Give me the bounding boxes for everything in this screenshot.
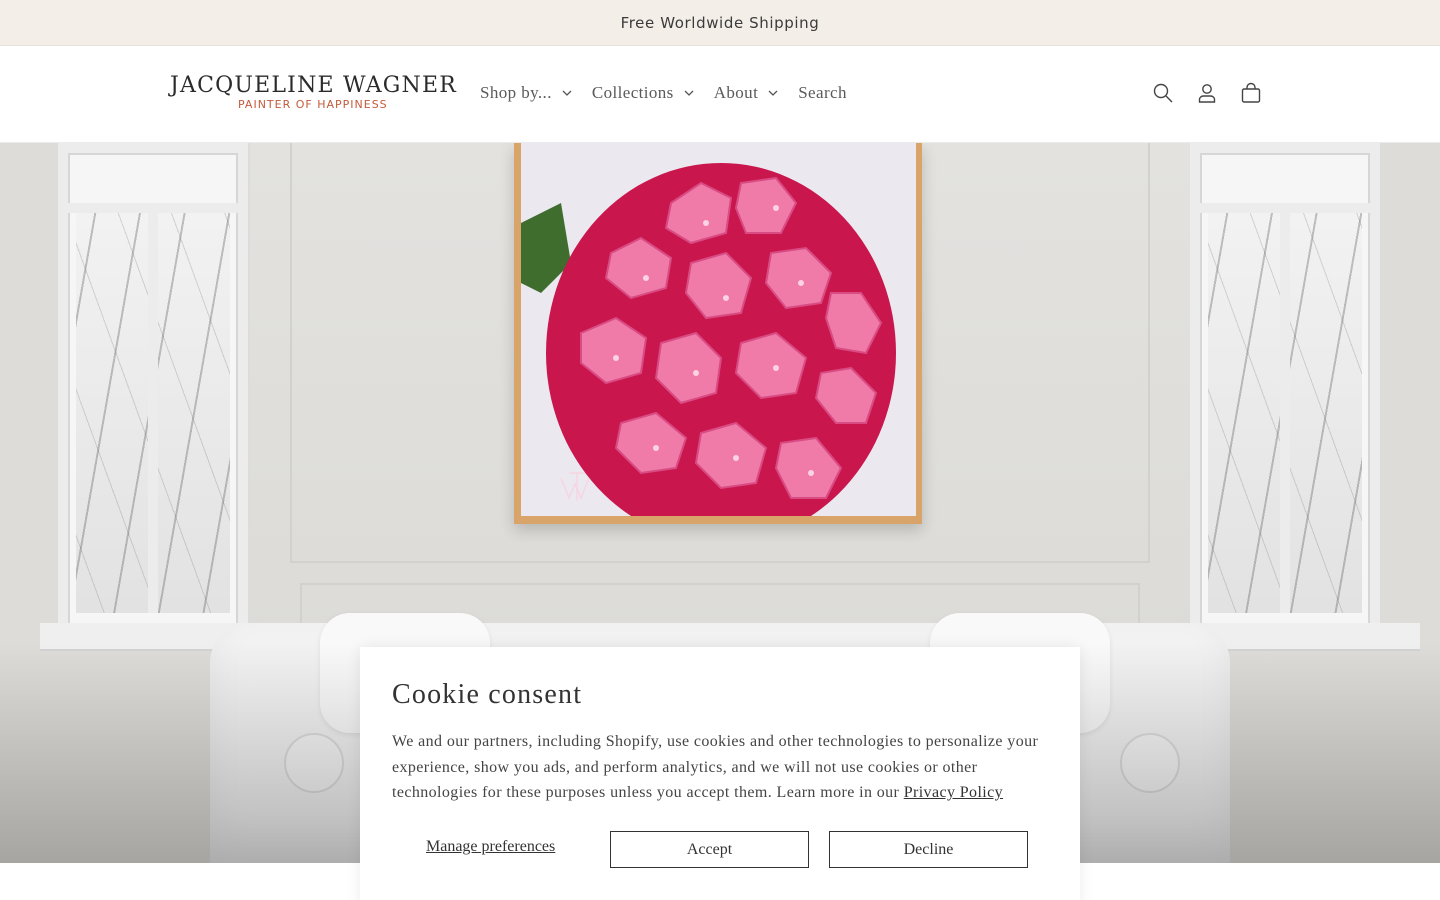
cookie-title: Cookie consent [392,679,583,710]
logo-tagline: PAINTER OF HAPPINESS [238,98,388,111]
chevron-down-icon [562,90,572,96]
nav-collections-label: Collections [591,83,674,102]
window-rail [68,203,238,213]
logo[interactable]: JACQUELINE WAGNER PAINTER OF HAPPINESS [170,73,458,111]
window-rail [1200,203,1370,213]
announcement-bar: Free Worldwide Shipping [0,0,1440,46]
cookie-consent-dialog: Cookie consent We and our partners, incl… [360,647,1080,900]
hydrangea-illustration [521,143,916,516]
chevron-down-icon [684,90,694,96]
window-mullion [148,213,158,613]
decline-button[interactable]: Decline [829,831,1028,868]
announcement-text: Free Worldwide Shipping [620,13,820,32]
cookie-body: We and our partners, including Shopify, … [392,729,1052,806]
cart-icon[interactable] [1239,81,1263,105]
accept-button[interactable]: Accept [610,831,809,868]
main-nav: Shop by... Collections About Search [480,83,867,103]
nav-search-label: Search [798,83,847,102]
privacy-policy-link[interactable]: Privacy Policy [904,784,1003,801]
nav-search[interactable]: Search [798,83,847,103]
nav-shop-by-label: Shop by... [480,83,552,102]
header-icons [1151,81,1283,105]
account-icon[interactable] [1195,81,1219,105]
manage-preferences-link[interactable]: Manage preferences [426,838,555,856]
window-left [58,143,248,643]
hydrangea-painting [521,143,916,516]
nav-shop-by[interactable]: Shop by... [480,83,572,103]
window-right [1190,143,1380,643]
chevron-down-icon [768,90,778,96]
nav-about-label: About [713,83,759,102]
window-mullion [1280,213,1290,613]
logo-name: JACQUELINE WAGNER [170,73,458,98]
nav-about[interactable]: About [714,83,779,103]
site-header: JACQUELINE WAGNER PAINTER OF HAPPINESS S… [0,47,1440,143]
search-icon[interactable] [1151,81,1175,105]
nav-collections[interactable]: Collections [592,83,694,103]
